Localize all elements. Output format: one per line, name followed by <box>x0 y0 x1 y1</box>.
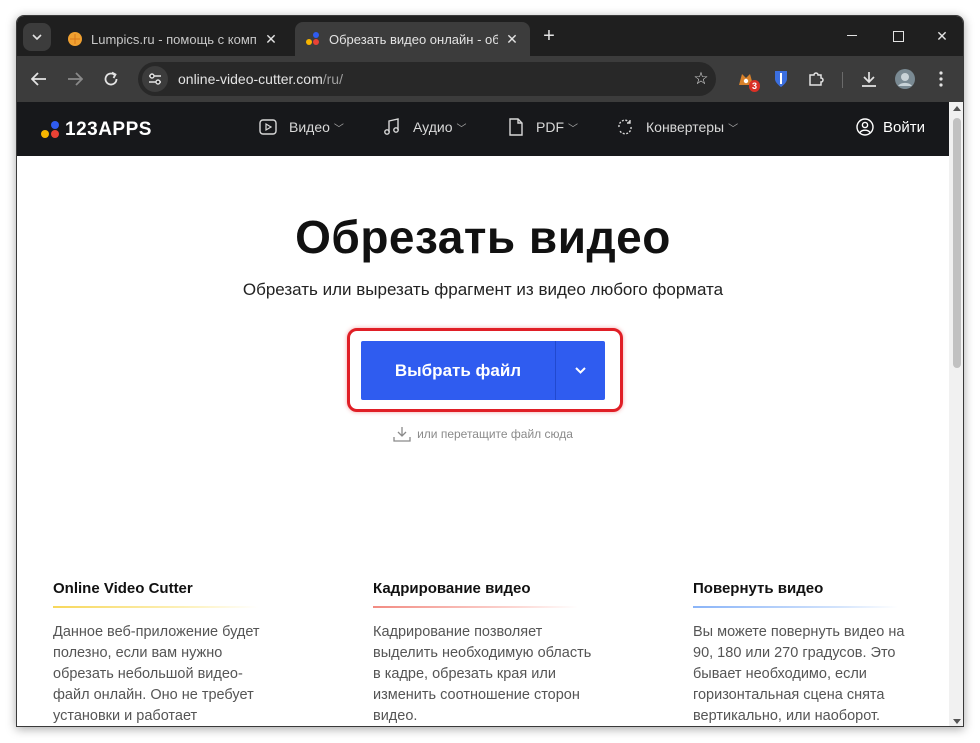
maximize-icon <box>892 30 904 42</box>
tab-video-cutter[interactable]: Обрезать видео онлайн - обрезать видео ✕ <box>295 22 530 56</box>
address-bar[interactable]: online-video-cutter.com/ru/ ☆ <box>138 62 716 96</box>
upload-source-dropdown[interactable] <box>556 341 605 400</box>
reload-icon <box>104 71 118 86</box>
menu-converters[interactable]: Конвертеры ﹀ <box>616 118 738 136</box>
feature-text: Данное веб-приложение будет полезно, есл… <box>53 624 260 724</box>
bookmark-star-icon[interactable]: ☆ <box>686 69 716 89</box>
choose-file-button-group: Выбрать файл <box>361 341 605 400</box>
more-vertical-icon <box>939 71 943 87</box>
pdf-icon <box>509 118 523 136</box>
menu-pdf-label: PDF <box>536 119 564 135</box>
tab-search-button[interactable] <box>23 23 51 51</box>
music-icon <box>384 118 399 135</box>
maximize-button[interactable] <box>875 16 921 56</box>
tab-lumpics[interactable]: Lumpics.ru - помощь с компьютером ✕ <box>57 22 289 56</box>
feature-text: Кадрирование позволяет выделить необходи… <box>373 624 592 724</box>
scroll-down-arrow[interactable] <box>953 719 961 724</box>
tune-icon <box>149 73 161 85</box>
feature-text: Вы можете повернуть видео на 90, 180 или… <box>693 624 905 724</box>
feature-underline <box>693 606 898 608</box>
menu-video[interactable]: Видео ﹀ <box>259 118 344 136</box>
download-icon <box>393 427 411 442</box>
lumpics-favicon-icon <box>68 32 82 46</box>
url-path: /ru/ <box>322 71 343 87</box>
extension-badge: 3 <box>748 80 760 92</box>
menu-converters-label: Конвертеры <box>646 119 725 135</box>
chevron-down-icon: ﹀ <box>456 123 467 135</box>
extensions-button[interactable] <box>802 65 830 93</box>
close-icon[interactable]: ✕ <box>263 31 279 48</box>
avatar-icon <box>895 69 915 89</box>
page-subtitle: Обрезать или вырезать фрагмент из видео … <box>242 280 724 299</box>
puzzle-icon <box>809 72 824 86</box>
close-icon[interactable]: ✕ <box>504 31 520 48</box>
profile-avatar[interactable] <box>891 65 919 93</box>
tab-strip: Lumpics.ru - помощь с компьютером ✕ Обре… <box>17 16 963 56</box>
extension-button[interactable]: 3 <box>732 65 760 93</box>
minimize-button[interactable] <box>829 16 875 56</box>
menu-pdf[interactable]: PDF ﹀ <box>508 118 578 136</box>
chevron-down-icon: ﹀ <box>568 123 578 135</box>
chevron-down-icon: ﹀ <box>728 123 739 135</box>
user-icon <box>856 118 874 136</box>
scroll-thumb[interactable] <box>953 118 961 368</box>
video-icon <box>259 119 277 135</box>
feature-crop-video: Кадрирование видео Кадрирование позволяе… <box>373 580 593 726</box>
chevron-down-icon <box>575 367 586 374</box>
feature-rotate-video: Повернуть видео Вы можете повернуть виде… <box>693 580 913 726</box>
feature-online-video-cutter: Online Video Cutter Данное веб-приложени… <box>53 580 273 726</box>
browser-window: Lumpics.ru - помощь с компьютером ✕ Обре… <box>16 15 964 727</box>
feature-title: Повернуть видео <box>693 580 824 597</box>
page-title: Обрезать видео <box>295 211 671 263</box>
arrow-left-icon <box>31 72 46 86</box>
close-icon: ✕ <box>936 27 948 44</box>
browser-toolbar: online-video-cutter.com/ru/ ☆ 3 <box>17 56 963 102</box>
feature-title: Online Video Cutter <box>53 580 193 597</box>
arrow-right-icon <box>68 72 83 86</box>
menu-audio[interactable]: Аудио ﹀ <box>383 118 467 136</box>
feature-underline <box>373 606 578 608</box>
chevron-down-icon: ﹀ <box>333 123 344 135</box>
scroll-up-arrow[interactable] <box>953 106 961 111</box>
new-tab-button[interactable]: + <box>538 26 560 48</box>
chevron-down-icon <box>32 34 42 40</box>
menu-video-label: Видео <box>289 119 330 135</box>
downloads-button[interactable] <box>855 65 883 93</box>
login-button[interactable]: Войти <box>856 118 925 136</box>
convert-icon <box>618 119 632 135</box>
window-close-button[interactable]: ✕ <box>919 16 963 56</box>
drop-hint-text: или перетащите файл сюда <box>417 427 573 441</box>
login-label: Войти <box>883 118 925 136</box>
download-icon <box>862 72 876 87</box>
back-button[interactable] <box>25 65 53 93</box>
tab-title: Обрезать видео онлайн - обрезать видео <box>329 31 498 47</box>
logo-icon <box>41 121 61 139</box>
url-host: online-video-cutter.com <box>178 71 323 87</box>
shield-icon <box>775 71 787 87</box>
browser-menu-button[interactable] <box>927 65 955 93</box>
site-header: 123APPS Видео ﹀ Аудио ﹀ PDF ﹀ Конвертеры ﹀ В… <box>17 102 949 156</box>
reload-button[interactable] <box>97 65 125 93</box>
drop-hint: или перетащите файл сюда <box>17 426 949 442</box>
feature-title: Кадрирование видео <box>373 580 531 597</box>
choose-file-button[interactable]: Выбрать файл <box>361 341 555 400</box>
feature-underline <box>53 606 258 608</box>
toolbar-separator <box>842 72 843 88</box>
menu-audio-label: Аудио <box>413 119 453 135</box>
page-content: Обрезать видео Обрезать или вырезать фра… <box>17 156 949 726</box>
bitwarden-button[interactable] <box>767 65 795 93</box>
site-logo[interactable]: 123APPS <box>41 119 152 141</box>
logo-text: 123APPS <box>65 119 152 140</box>
tab-title: Lumpics.ru - помощь с компьютером <box>91 31 257 47</box>
site-info-button[interactable] <box>142 66 168 92</box>
minimize-icon <box>847 35 857 36</box>
url-text: online-video-cutter.com/ru/ <box>178 71 686 87</box>
forward-button[interactable] <box>61 65 89 93</box>
page-scrollbar[interactable] <box>949 102 963 726</box>
123apps-favicon-icon <box>306 32 319 45</box>
